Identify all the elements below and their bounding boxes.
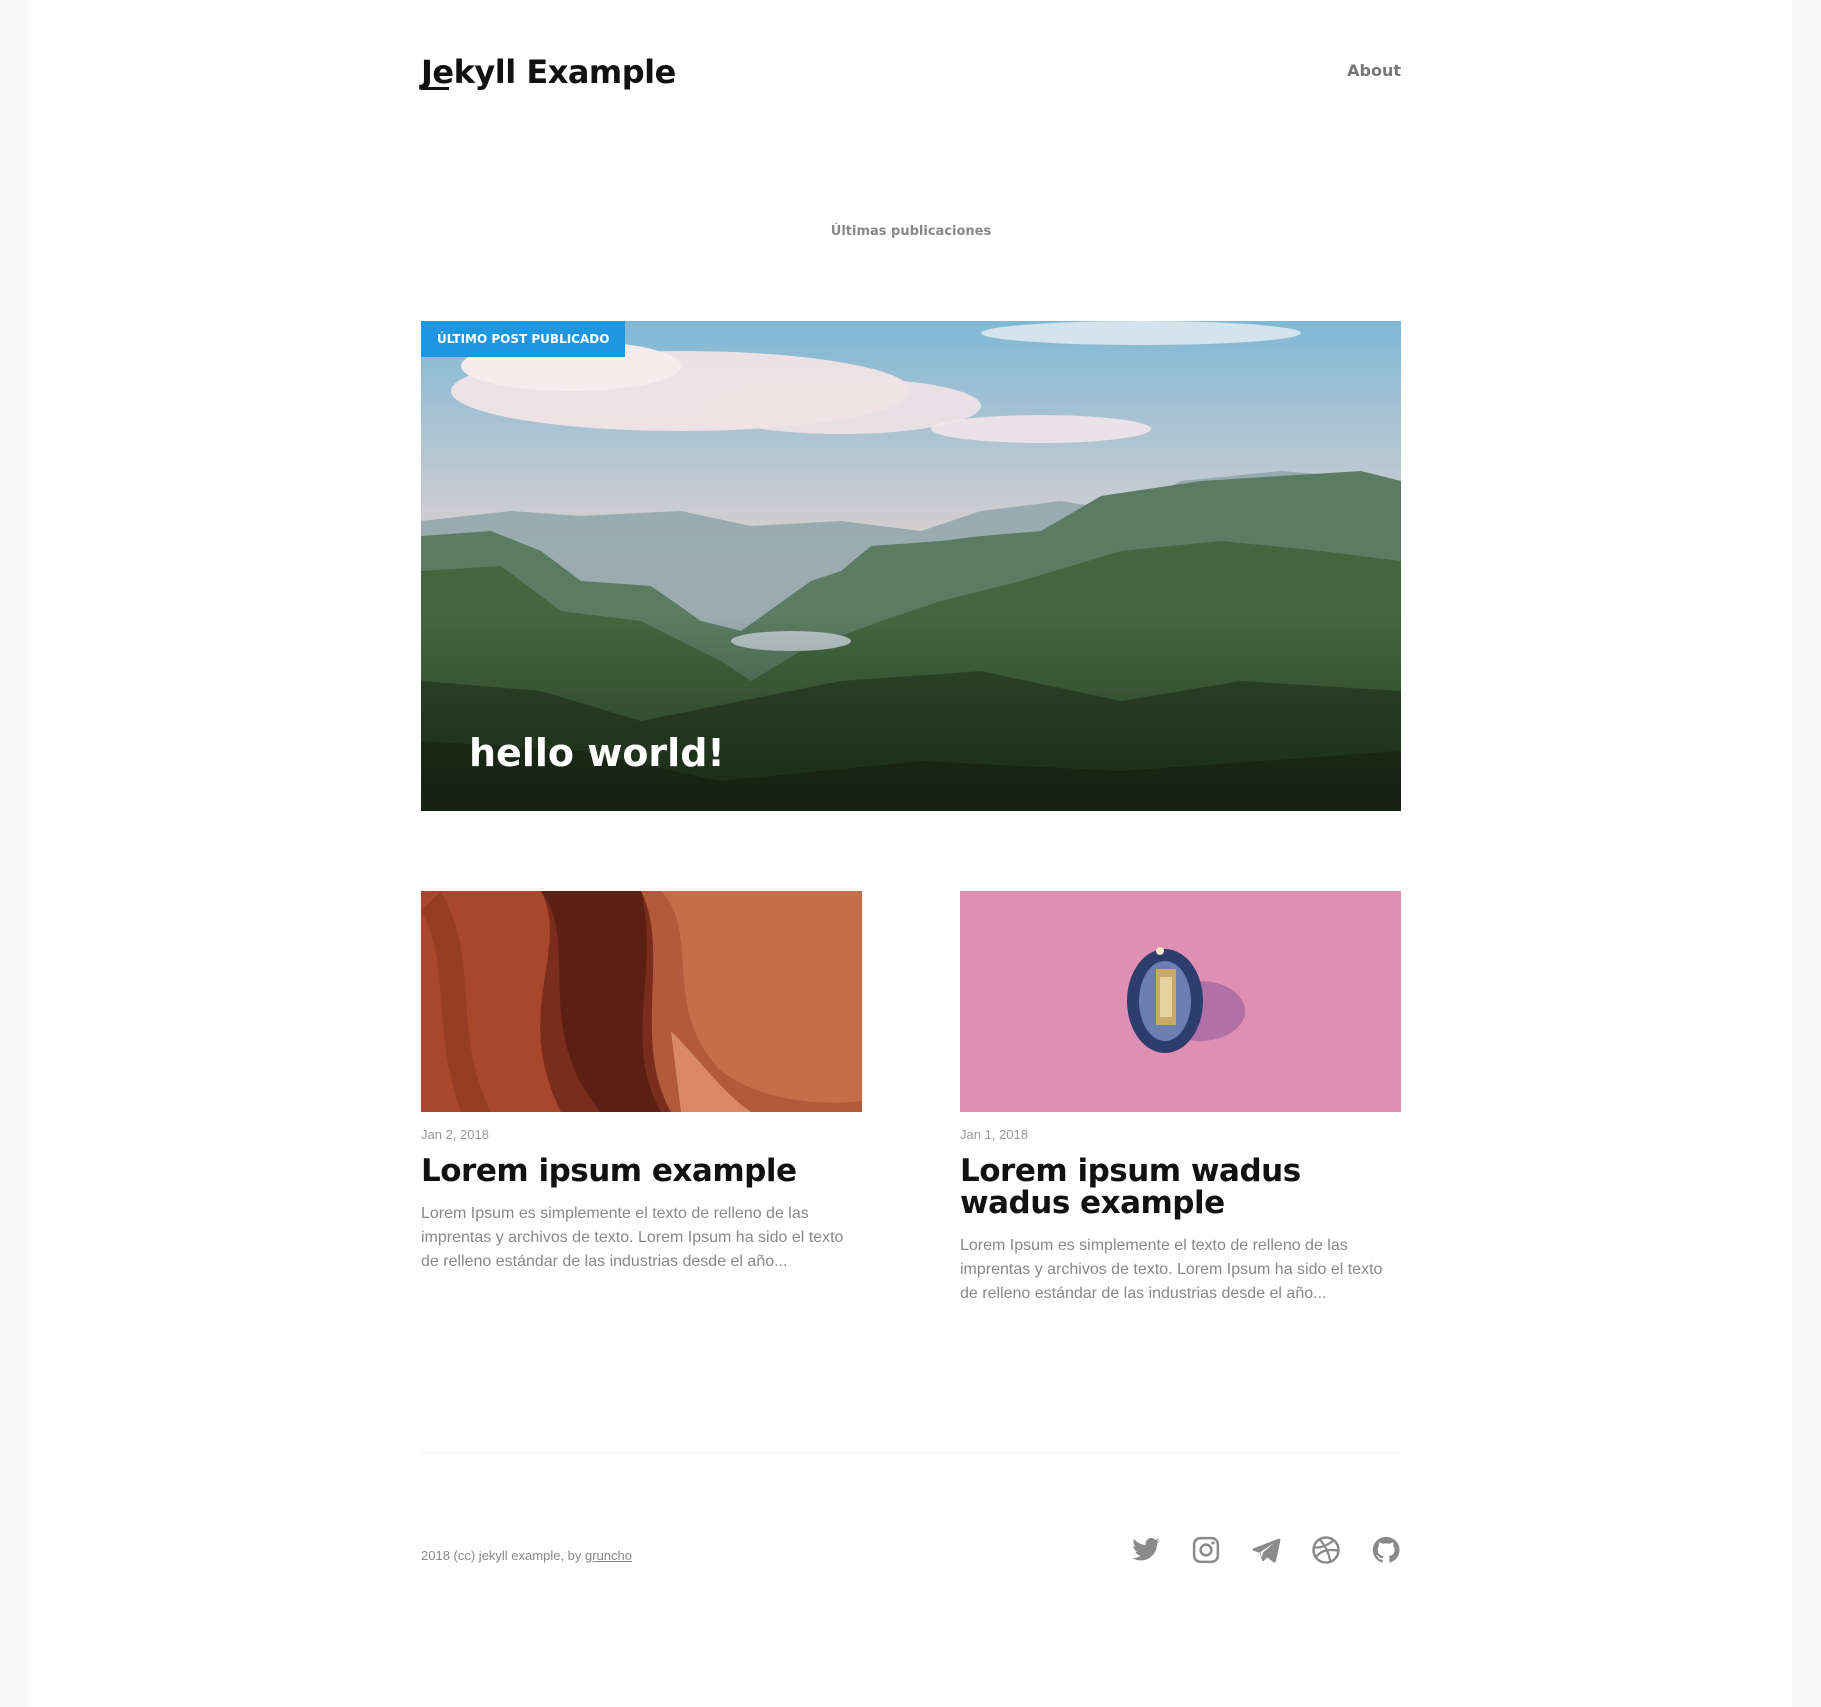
site-title[interactable]: Jekyll Example xyxy=(421,52,676,92)
instagram-icon[interactable] xyxy=(1191,1535,1221,1565)
post-card-image xyxy=(960,891,1401,1112)
post-card-image xyxy=(421,891,862,1112)
post-excerpt: Lorem Ipsum es simplemente el texto de r… xyxy=(421,1205,844,1270)
post-date: Jan 1, 2018 xyxy=(960,1127,1028,1142)
telegram-icon[interactable] xyxy=(1251,1535,1281,1565)
post-date: Jan 2, 2018 xyxy=(421,1127,489,1142)
post-card: Jan 2, 2018 Lorem ipsum example Lorem Ip… xyxy=(421,891,862,1274)
footer-divider xyxy=(421,1452,1401,1453)
twitter-icon[interactable] xyxy=(1131,1535,1161,1565)
section-label: Últimas publicaciones xyxy=(830,224,992,239)
featured-post-title[interactable]: hello world! xyxy=(469,731,725,775)
dribbble-icon[interactable] xyxy=(1311,1535,1341,1565)
nav-about-link[interactable]: About xyxy=(1347,61,1401,80)
page xyxy=(29,0,1792,1707)
post-card-image-link[interactable] xyxy=(960,891,1401,1112)
social-links xyxy=(1131,1535,1401,1565)
featured-post[interactable]: ÚLTIMO POST PUBLICADO hello world! xyxy=(421,321,1401,811)
github-icon[interactable] xyxy=(1371,1535,1401,1565)
footer-copyright-text: 2018 (cc) jekyll example, by xyxy=(421,1548,586,1563)
post-title[interactable]: Lorem ipsum wadus wadus example xyxy=(960,1155,1401,1219)
post-title[interactable]: Lorem ipsum example xyxy=(421,1155,862,1187)
post-card: Jan 1, 2018 Lorem ipsum wadus wadus exam… xyxy=(960,891,1401,1306)
site-title-underline xyxy=(421,87,449,90)
footer-author-link[interactable]: gruncho xyxy=(585,1548,632,1563)
featured-badge: ÚLTIMO POST PUBLICADO xyxy=(421,321,626,357)
footer-copyright: 2018 (cc) jekyll example, by gruncho xyxy=(421,1548,632,1563)
post-excerpt: Lorem Ipsum es simplemente el texto de r… xyxy=(960,1237,1383,1302)
post-card-image-link[interactable] xyxy=(421,891,862,1112)
